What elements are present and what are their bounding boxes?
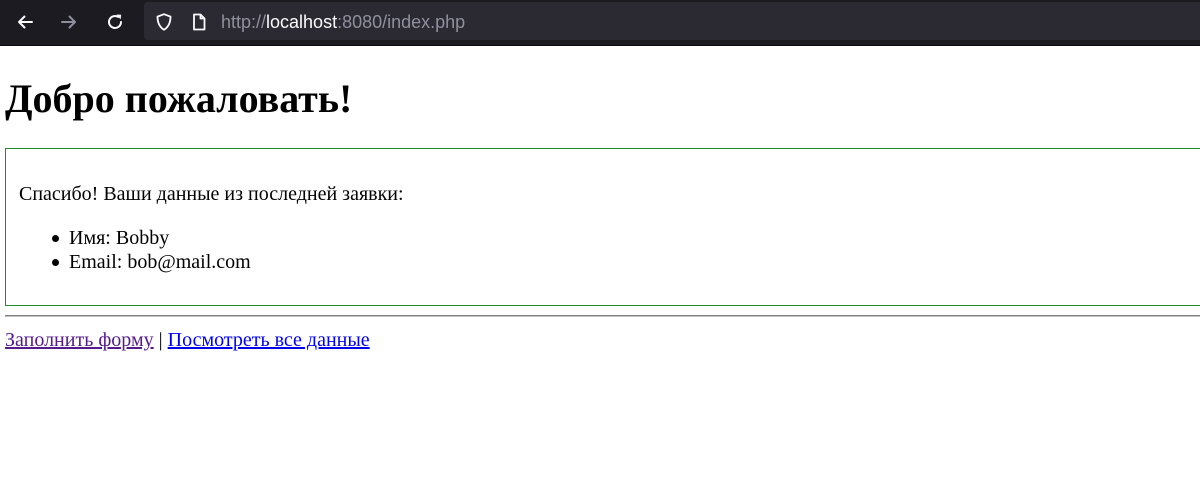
page-content: Добро пожаловать! Спасибо! Ваши данные и… [0, 46, 1200, 494]
horizontal-divider [5, 315, 1200, 317]
link-separator: | [158, 329, 163, 351]
back-button[interactable] [8, 5, 42, 39]
url-host: localhost [266, 12, 338, 32]
url-prefix: http:// [221, 12, 267, 32]
submitted-data-list: Имя: Bobby Email: bob@mail.com [19, 226, 251, 274]
arrow-left-icon [15, 12, 35, 32]
url-suffix: :8080/index.php [337, 12, 466, 32]
page-title: Добро пожаловать! [5, 76, 353, 121]
list-item-email: Email: bob@mail.com [19, 250, 251, 274]
view-all-data-link[interactable]: Посмотреть все данные [168, 329, 370, 351]
document-icon[interactable] [189, 12, 209, 32]
browser-toolbar: http://localhost:8080/index.php [0, 0, 1200, 46]
arrow-right-icon [59, 12, 79, 32]
nav-links: Заполнить форму | Посмотреть все данные [5, 328, 370, 352]
url-text[interactable]: http://localhost:8080/index.php [221, 11, 465, 33]
forward-button[interactable] [52, 5, 86, 39]
reload-button[interactable] [98, 5, 132, 39]
success-message-box: Спасибо! Ваши данные из последней заявки… [5, 148, 1200, 306]
reload-icon [105, 12, 125, 32]
shield-icon[interactable] [154, 12, 174, 32]
list-item-name: Имя: Bobby [19, 226, 251, 250]
url-bar[interactable]: http://localhost:8080/index.php [144, 2, 1200, 40]
fill-form-link[interactable]: Заполнить форму [5, 329, 154, 351]
message-text: Спасибо! Ваши данные из последней заявки… [19, 183, 404, 205]
